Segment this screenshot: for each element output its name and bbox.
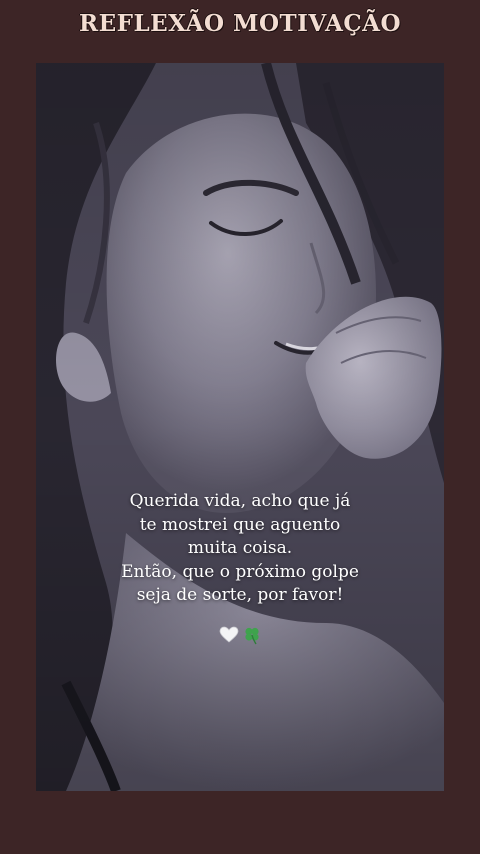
four-leaf-clover-icon <box>244 627 259 645</box>
post-image: Querida vida, acho que já te mostrei que… <box>36 63 444 791</box>
white-heart-icon <box>219 626 238 643</box>
quote-line: te mostrei que aguento <box>139 514 341 535</box>
woman-portrait-illustration <box>36 63 444 791</box>
story-frame: REFLEXÃO MOTIVAÇÃO Querida vida, acho qu… <box>0 0 480 854</box>
quote-line: Então, que o próximo golpe <box>121 561 359 582</box>
page-title: REFLEXÃO MOTIVAÇÃO <box>78 10 402 37</box>
quote-line: Querida vida, acho que já <box>129 491 351 511</box>
quote-line: seja de sorte, por favor! <box>136 585 344 605</box>
quote-line: muita coisa. <box>187 538 293 558</box>
quote-text: Querida vida, acho que já te mostrei que… <box>36 490 444 608</box>
emoji-row <box>36 625 444 645</box>
